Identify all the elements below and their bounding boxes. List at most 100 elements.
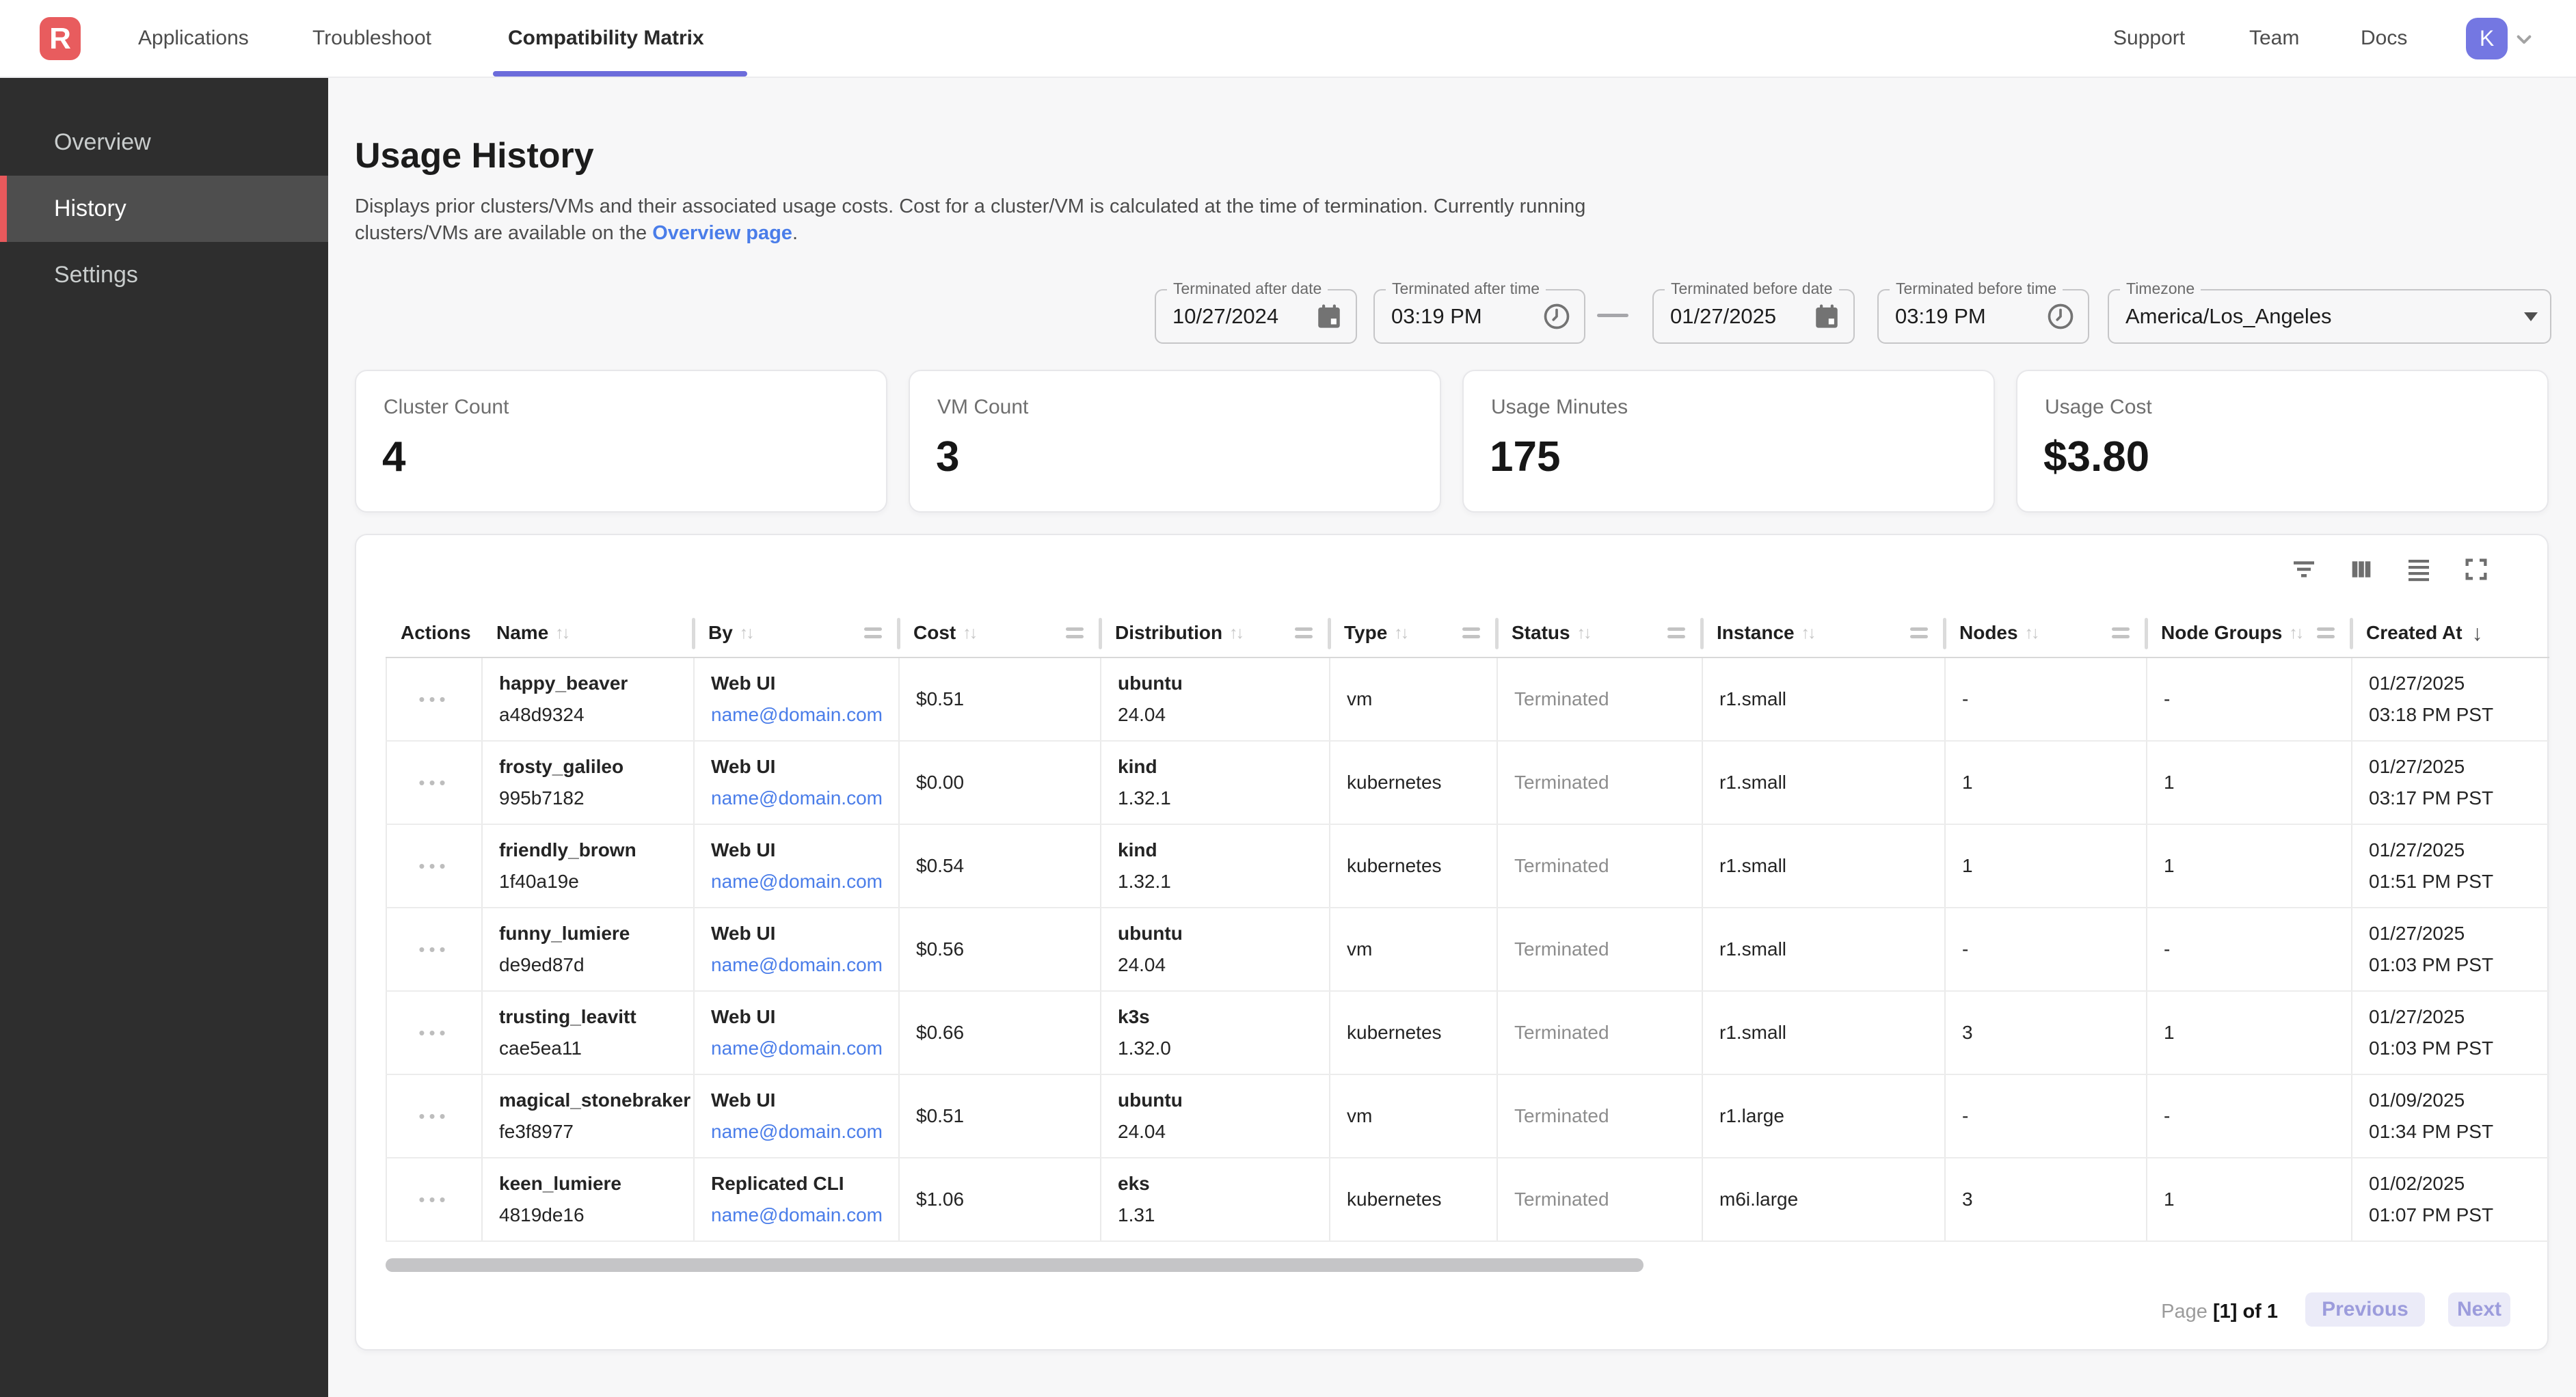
column-drag-handle[interactable] — [2112, 627, 2130, 638]
column-drag-handle[interactable] — [1667, 627, 1685, 638]
column-header-nodes[interactable]: Nodes↑↓ — [1944, 609, 2146, 657]
row-actions-button[interactable]: ••• — [418, 856, 449, 877]
column-drag-handle[interactable] — [1910, 627, 1928, 638]
cell-cost: $0.00 — [898, 742, 1100, 824]
density-icon[interactable] — [2405, 556, 2432, 583]
email-link[interactable]: name@domain.com — [711, 1204, 898, 1226]
nav-item-docs[interactable]: Docs — [2361, 0, 2407, 77]
nav-item-applications[interactable]: Applications — [138, 0, 249, 77]
cell-value: kubernetes — [1347, 855, 1497, 877]
terminated-before-date-field[interactable]: Terminated before date 01/27/2025 — [1652, 289, 1855, 344]
cell-value: - — [2164, 938, 2351, 960]
email-link[interactable]: name@domain.com — [711, 1121, 898, 1143]
cell-value: - — [1962, 1105, 2146, 1127]
column-header-status[interactable]: Status ↑↓ — [1497, 609, 1702, 657]
cell-value: vm — [1347, 688, 1497, 710]
cell-line1: ubuntu — [1118, 1089, 1329, 1111]
cell-line1: 01/27/2025 — [2369, 839, 2549, 861]
email-link[interactable]: name@domain.com — [711, 1037, 898, 1059]
column-header-type[interactable]: Type↑↓ — [1329, 609, 1497, 657]
page-description-line2-text: clusters/VMs are available on the — [355, 222, 652, 244]
stat-value: 4 — [382, 433, 405, 481]
timezone-select[interactable]: Timezone America/Los_Angeles — [2108, 289, 2551, 344]
row-actions-button[interactable]: ••• — [418, 772, 449, 794]
columns-icon[interactable] — [2348, 556, 2375, 583]
terminated-after-time-field[interactable]: Terminated after time 03:19 PM — [1373, 289, 1585, 344]
column-label: By — [708, 622, 733, 644]
calendar-icon[interactable] — [1812, 302, 1841, 331]
column-header-by[interactable]: By↑↓ — [693, 609, 898, 657]
overview-page-link[interactable]: Overview page — [652, 222, 792, 244]
cell-created_at: 01/27/202501:51 PM PST — [2351, 825, 2549, 907]
calendar-icon[interactable] — [1315, 302, 1343, 331]
sidebar-item-settings[interactable]: Settings — [0, 242, 328, 308]
sort-icon: ↑↓ — [1394, 623, 1407, 643]
page-value: [1] of 1 — [2213, 1301, 2278, 1323]
column-header-instance[interactable]: Instance↑↓ — [1702, 609, 1944, 657]
email-link[interactable]: name@domain.com — [711, 787, 898, 809]
cell-value: $0.54 — [916, 855, 1100, 877]
dropdown-caret-icon[interactable] — [2524, 312, 2538, 321]
table-body: •••happy_beavera48d9324Web UIname@domain… — [386, 658, 2549, 1242]
nav-item-team[interactable]: Team — [2249, 0, 2299, 77]
sidebar-item-history[interactable]: History — [0, 176, 328, 242]
column-drag-handle[interactable] — [2317, 627, 2335, 638]
nav-item-compatibility-matrix[interactable]: Compatibility Matrix — [508, 0, 704, 77]
column-header-name[interactable]: Name↑↓ — [481, 609, 693, 657]
column-header-distribution[interactable]: Distribution↑↓ — [1100, 609, 1329, 657]
nav-item-support[interactable]: Support — [2113, 0, 2185, 77]
terminated-after-date-field[interactable]: Terminated after date 10/27/2024 — [1155, 289, 1357, 344]
chevron-down-icon[interactable] — [2510, 25, 2538, 56]
column-drag-handle[interactable] — [864, 627, 882, 638]
email-link[interactable]: name@domain.com — [711, 704, 898, 726]
terminated-before-time-field[interactable]: Terminated before time 03:19 PM — [1877, 289, 2089, 344]
column-header-cost[interactable]: Cost↑↓ — [898, 609, 1100, 657]
status-text: Terminated — [1514, 772, 1702, 794]
row-actions-button[interactable]: ••• — [418, 1022, 449, 1044]
cell-actions: ••• — [386, 992, 481, 1074]
cell-type: vm — [1329, 1075, 1497, 1157]
cell-name: frosty_galileo995b7182 — [481, 742, 693, 824]
column-header-actions: Actions — [386, 609, 481, 657]
cell-line1: 01/27/2025 — [2369, 673, 2549, 694]
avatar[interactable]: K — [2466, 18, 2508, 59]
cell-value: r1.small — [1719, 1022, 1944, 1044]
next-page-button[interactable]: Next — [2448, 1292, 2510, 1327]
column-drag-handle[interactable] — [1066, 627, 1084, 638]
email-link[interactable]: name@domain.com — [711, 871, 898, 893]
column-header-created_at[interactable]: Created At↓ — [2351, 609, 2549, 657]
cell-by: Web UIname@domain.com — [693, 825, 898, 907]
sidebar-item-overview[interactable]: Overview — [0, 109, 328, 176]
fullscreen-icon[interactable] — [2463, 556, 2490, 583]
sort-icon: ↑↓ — [1577, 623, 1590, 643]
email-link[interactable]: name@domain.com — [711, 954, 898, 976]
column-label: Status — [1512, 622, 1570, 644]
nav-item-troubleshoot[interactable]: Troubleshoot — [312, 0, 431, 77]
previous-page-button[interactable]: Previous — [2305, 1292, 2425, 1327]
cell-status: Terminated — [1497, 1158, 1702, 1240]
field-label: Terminated before date — [1665, 280, 1839, 298]
column-drag-handle[interactable] — [1462, 627, 1480, 638]
row-actions-button[interactable]: ••• — [418, 1106, 449, 1127]
cell-distribution: ubuntu24.04 — [1100, 1075, 1329, 1157]
stat-label: VM Count — [937, 396, 1028, 419]
row-actions-button[interactable]: ••• — [418, 939, 449, 960]
clock-icon[interactable] — [1542, 301, 1572, 331]
cell-actions: ••• — [386, 1158, 481, 1240]
table-row: •••keen_lumiere4819de16Replicated CLInam… — [386, 1158, 2549, 1242]
horizontal-scrollbar-thumb[interactable] — [386, 1258, 1643, 1272]
row-actions-button[interactable]: ••• — [418, 689, 449, 710]
column-header-node_groups[interactable]: Node Groups↑↓ — [2146, 609, 2351, 657]
table-row: •••friendly_brown1f40a19eWeb UIname@doma… — [386, 825, 2549, 908]
column-drag-handle[interactable] — [1295, 627, 1313, 638]
cell-line1: happy_beaver — [499, 673, 693, 694]
filter-icon[interactable] — [2290, 556, 2318, 583]
clock-icon[interactable] — [2045, 301, 2076, 331]
row-actions-button[interactable]: ••• — [418, 1189, 449, 1210]
sidebar: Overview History Settings — [0, 78, 328, 1397]
cell-cost: $0.56 — [898, 908, 1100, 990]
cell-nodes: - — [1944, 908, 2146, 990]
brand-logo[interactable]: R — [40, 17, 81, 60]
sort-desc-icon: ↓ — [2472, 621, 2483, 646]
cell-node_groups: 1 — [2146, 825, 2351, 907]
